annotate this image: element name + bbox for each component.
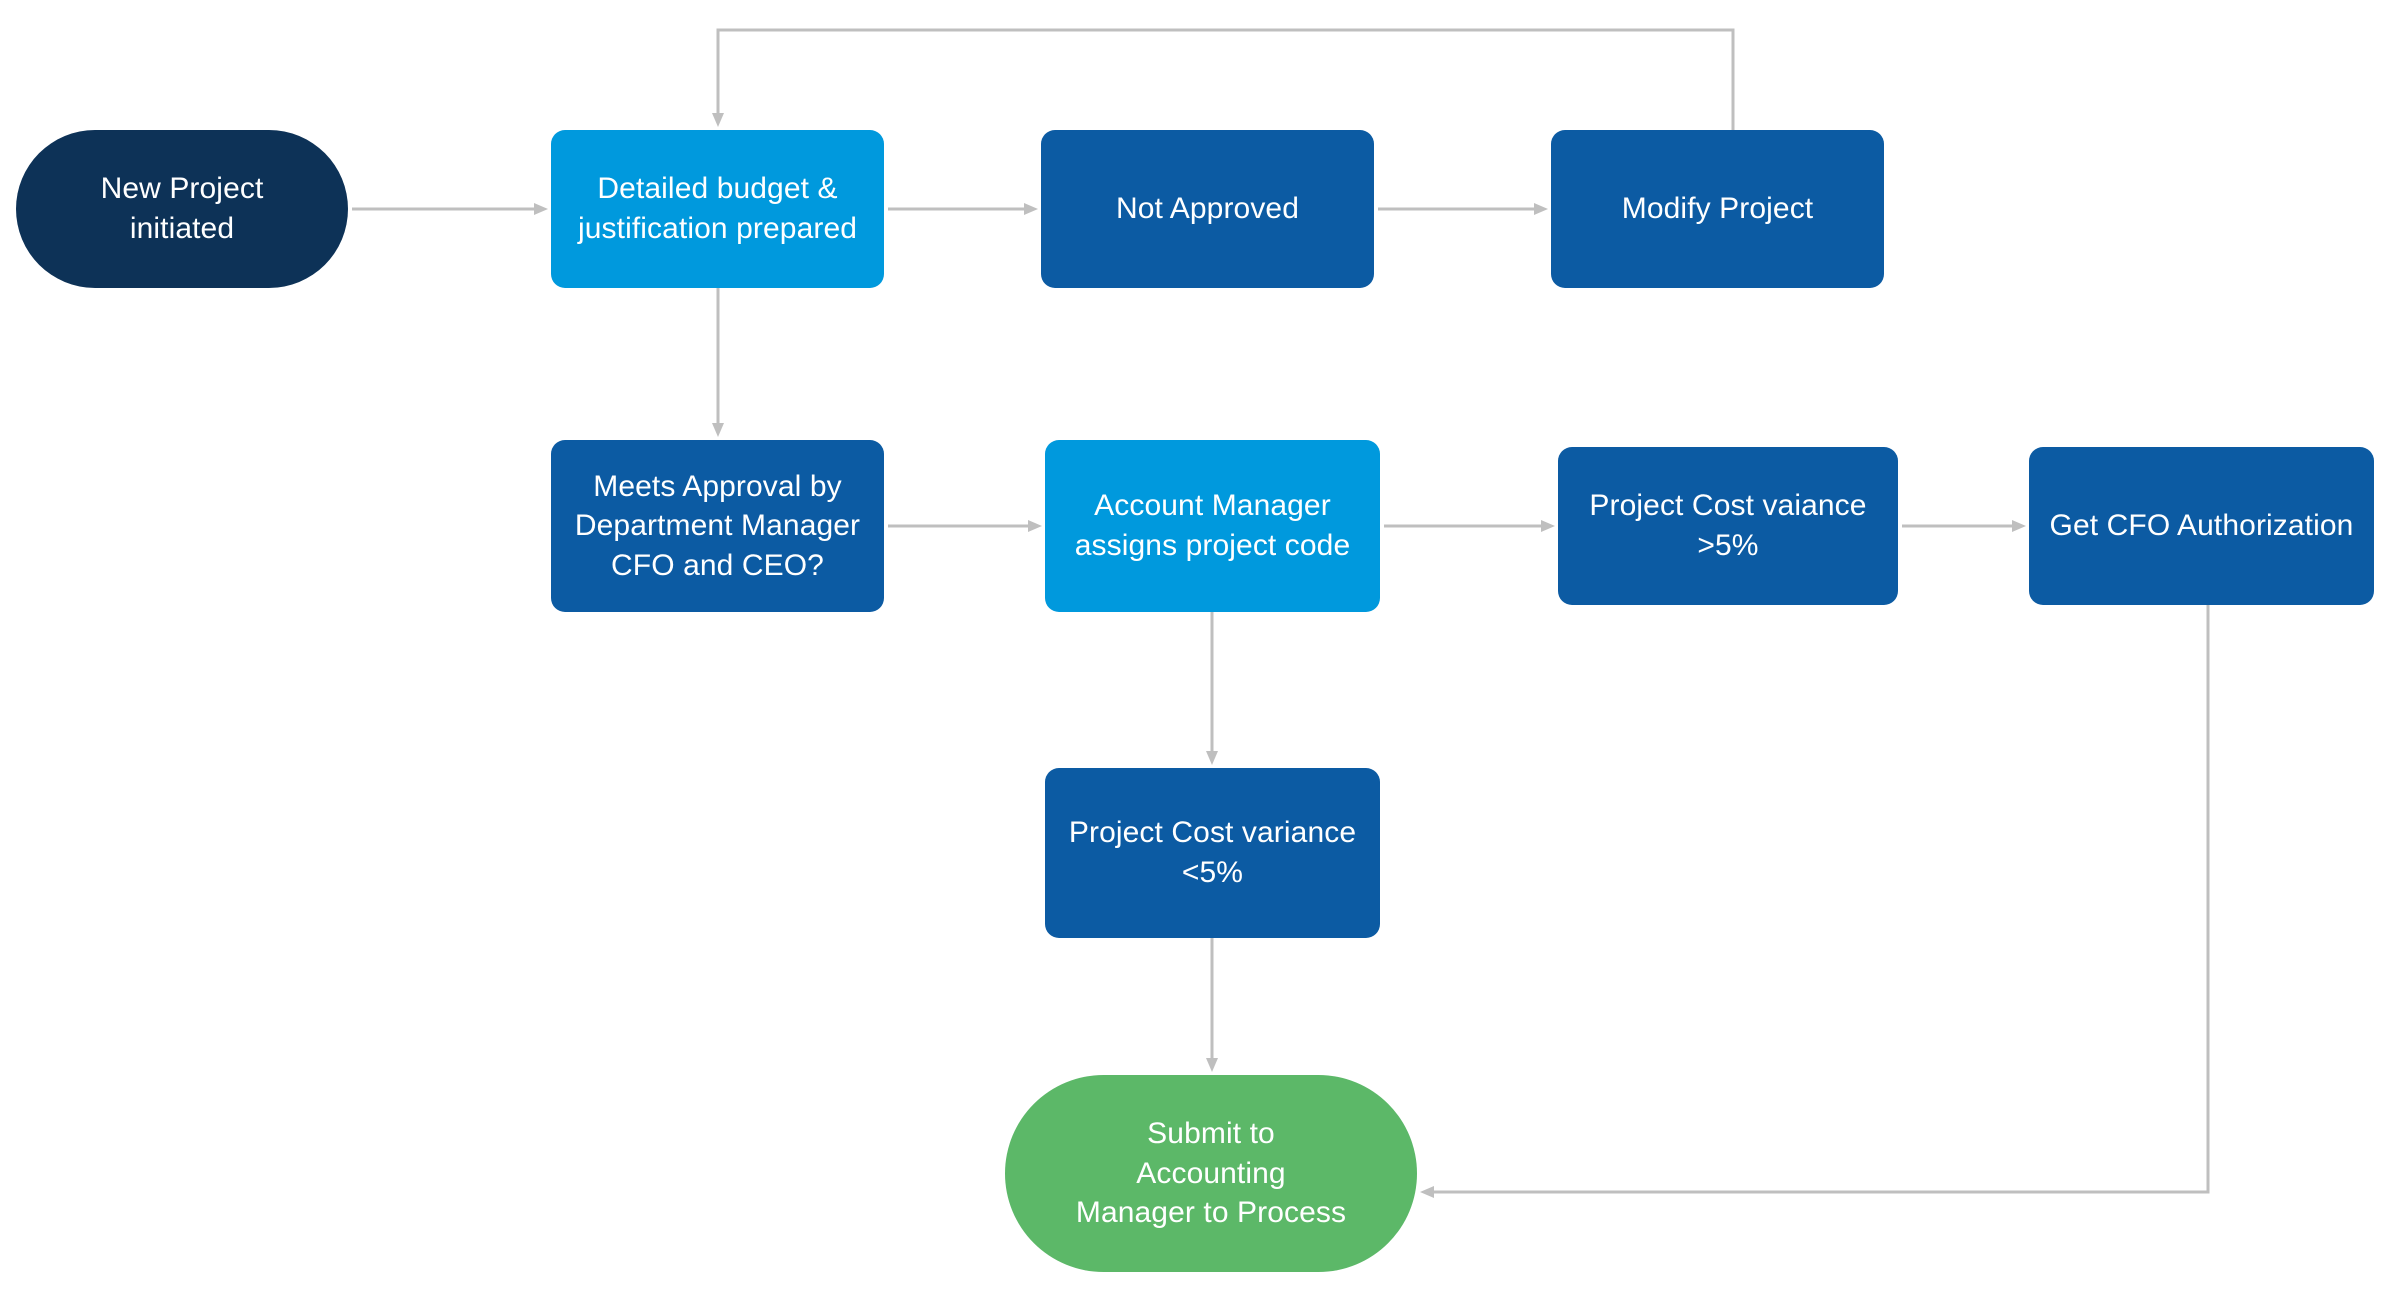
node-meets-approval[interactable]: Meets Approval by Department Manager CFO… [551,440,884,612]
node-modify-project[interactable]: Modify Project [1551,130,1884,288]
node-project-cost-variance-below[interactable]: Project Cost variance <5% [1045,768,1380,938]
node-detailed-budget-prepared[interactable]: Detailed budget & justification prepared [551,130,884,288]
node-label-modify-project: Modify Project [1621,192,1814,226]
node-account-manager-assigns-code[interactable]: Account Manager assigns project code [1045,440,1380,612]
node-label-detailed-budget-prepared: Detailed budget & justification prepared [577,172,858,245]
node-project-cost-variance-above[interactable]: Project Cost vaiance >5% [1558,447,1898,605]
node-new-project-initiated[interactable]: New Project initiated [16,130,348,288]
flowchart-canvas: New Project initiated Detailed budget & j… [0,0,2392,1316]
node-submit-to-accounting[interactable]: Submit to Accounting Manager to Process [1005,1075,1417,1272]
node-label-get-cfo-authorization: Get CFO Authorization [2049,509,2354,543]
node-label-project-cost-variance-above: Project Cost vaiance >5% [1589,489,1867,562]
node-label-meets-approval: Meets Approval by Department Manager CFO… [574,469,861,582]
node-not-approved[interactable]: Not Approved [1041,130,1374,288]
node-label-new-project-initiated: New Project initiated [100,172,264,245]
node-label-account-manager-assigns-code: Account Manager assigns project code [1074,489,1351,562]
connector-cfo-authorization-to-submit [1420,605,2210,1198]
connector-modify-project-to-detailed-budget [712,28,1735,130]
node-label-submit-to-accounting: Submit to Accounting Manager to Process [1075,1117,1347,1230]
node-label-project-cost-variance-below: Project Cost variance <5% [1068,816,1357,889]
node-get-cfo-authorization[interactable]: Get CFO Authorization [2029,447,2374,605]
node-label-not-approved: Not Approved [1116,192,1299,226]
